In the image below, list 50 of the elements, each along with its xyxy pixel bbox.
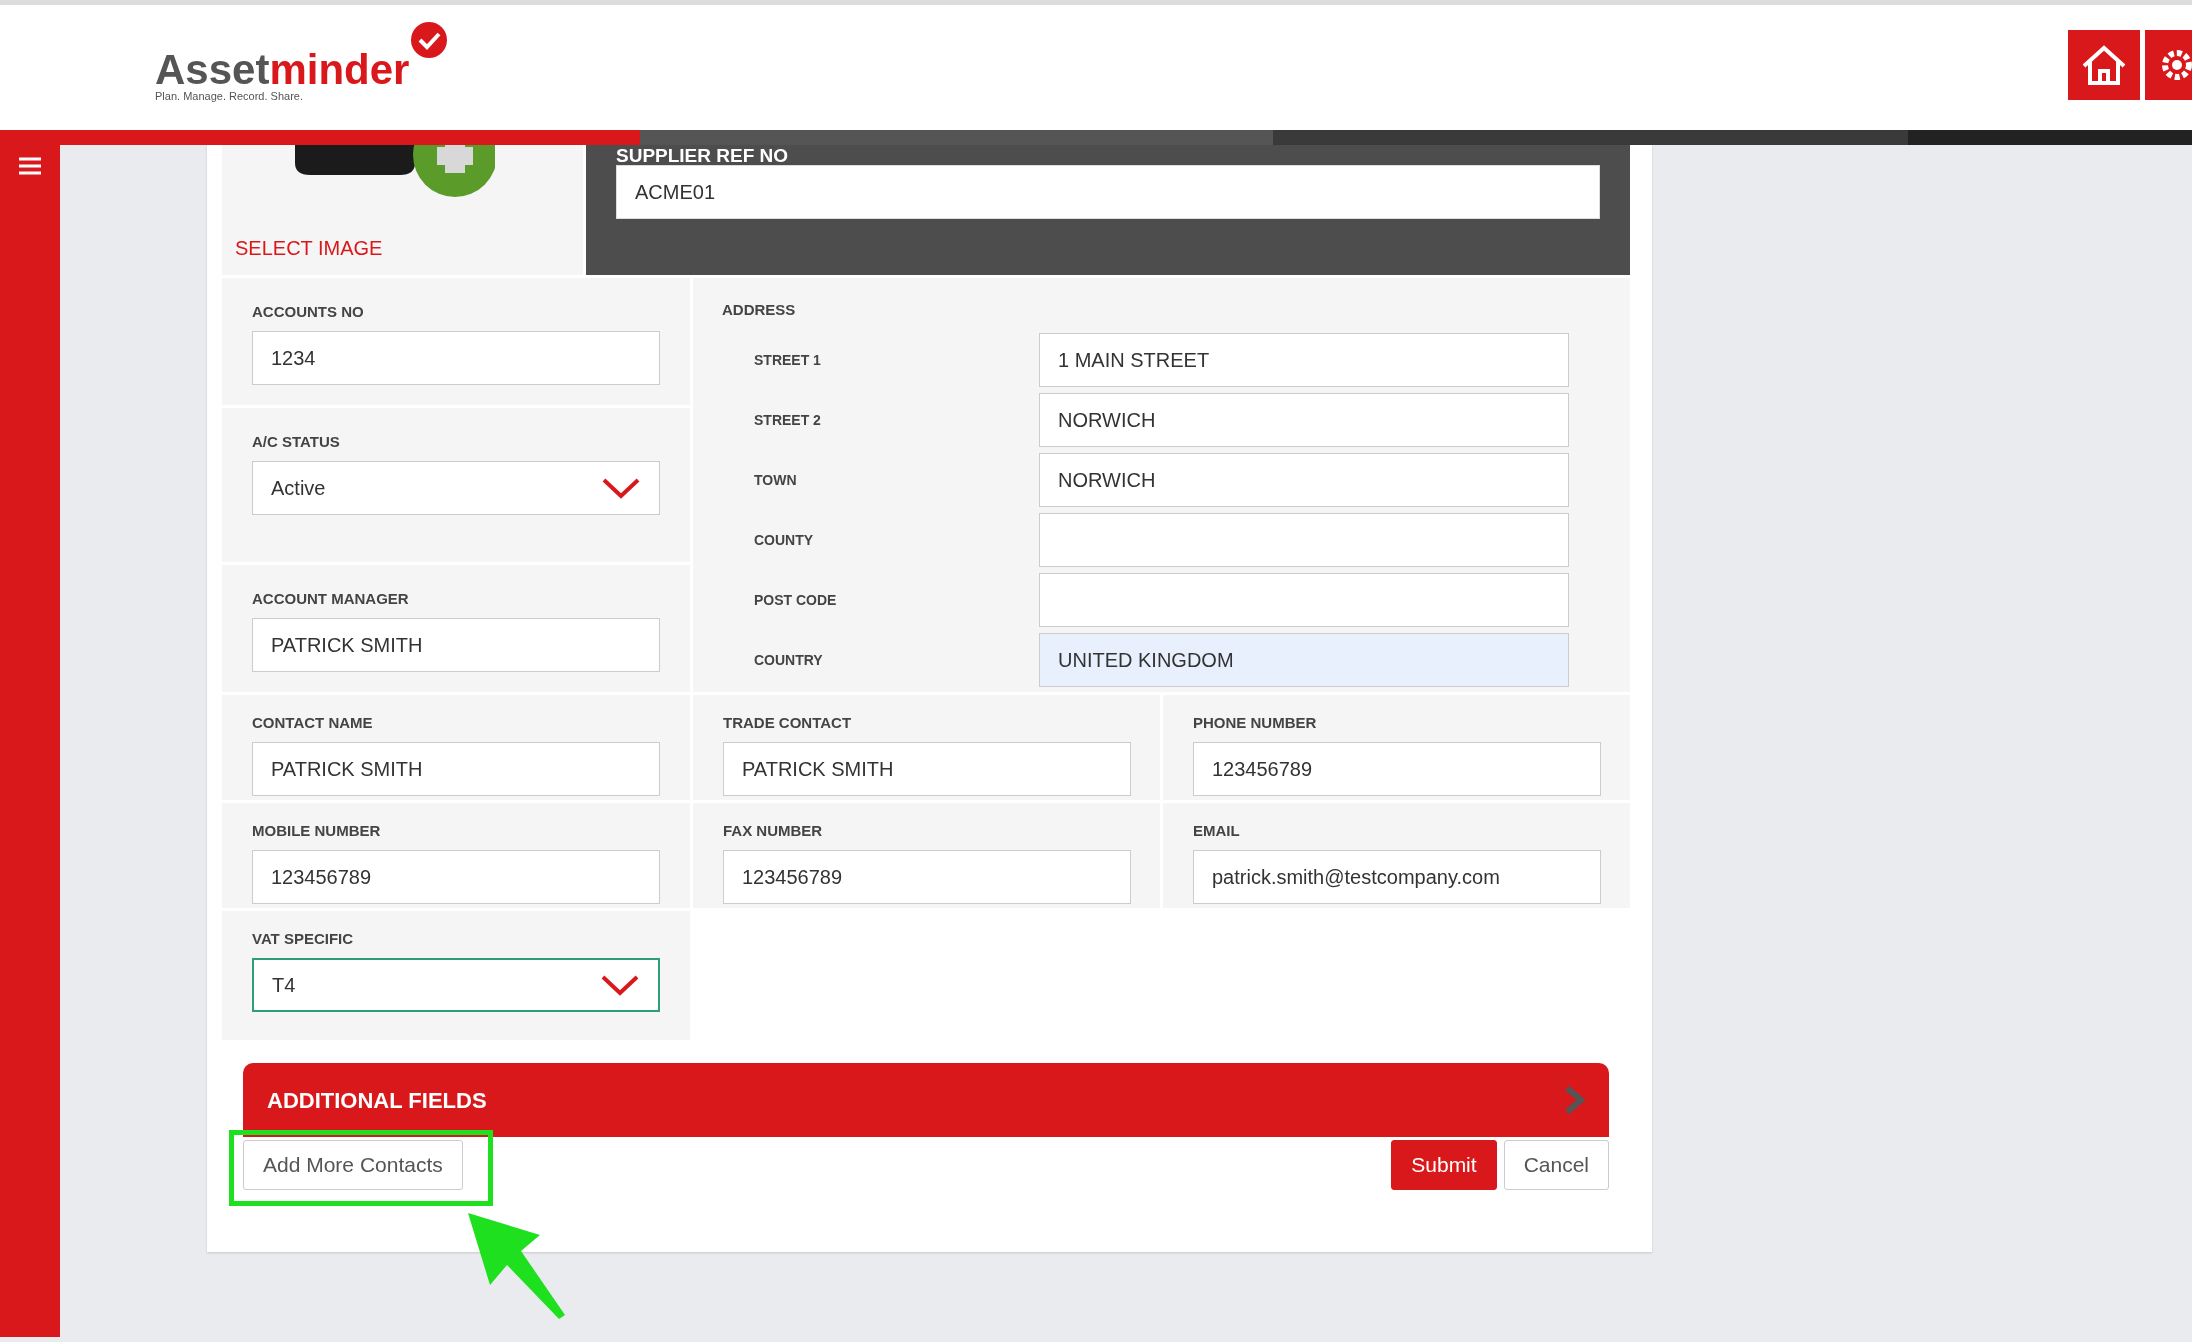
- field-label: COUNTY: [753, 530, 815, 550]
- input-field[interactable]: ACME01: [616, 165, 1600, 219]
- field-label: TRADE CONTACT: [723, 715, 853, 730]
- field-label: SUPPLIER REF NO: [616, 145, 790, 165]
- select-dropdown[interactable]: Active: [252, 461, 660, 515]
- brand-logo: Assetminder: [155, 49, 410, 91]
- field-label: CONTACT NAME: [252, 715, 374, 730]
- settings-button[interactable]: [2145, 30, 2192, 100]
- field-label: EMAIL: [1193, 823, 1241, 838]
- additional-fields-bar[interactable]: ADDITIONAL FIELDS: [243, 1063, 1609, 1137]
- field-label: FAX NUMBER: [723, 823, 824, 838]
- field-label: POST CODE: [753, 590, 838, 610]
- logo-tagline: Plan. Manage. Record. Share.: [155, 91, 304, 102]
- input-field[interactable]: PATRICK SMITH: [252, 742, 660, 796]
- field-label: STREET 2: [753, 410, 822, 430]
- field-label: ACCOUNTS NO: [252, 304, 365, 319]
- input-field[interactable]: UNITED KINGDOM: [1039, 633, 1569, 687]
- input-field[interactable]: 123456789: [723, 850, 1131, 904]
- field-label: ADDRESS: [722, 302, 796, 317]
- input-field[interactable]: PATRICK SMITH: [723, 742, 1131, 796]
- chevron-down-icon: [601, 477, 641, 499]
- input-field[interactable]: 123456789: [252, 850, 660, 904]
- select-dropdown[interactable]: T4: [252, 958, 660, 1012]
- field-label: PHONE NUMBER: [1193, 715, 1318, 730]
- input-field[interactable]: PATRICK SMITH: [252, 618, 660, 672]
- select-image-link[interactable]: SELECT IMAGE: [235, 233, 383, 263]
- add-contacts-button[interactable]: Add More Contacts: [243, 1140, 463, 1190]
- input-field[interactable]: 1 MAIN STREET: [1039, 333, 1569, 387]
- field-label: STREET 1: [753, 350, 822, 370]
- input-field[interactable]: patrick.smith@testcompany.com: [1193, 850, 1601, 904]
- home-icon: [2080, 44, 2128, 86]
- field-label: MOBILE NUMBER: [252, 823, 382, 838]
- field-label: COUNTRY: [753, 650, 824, 670]
- input-field[interactable]: [1039, 513, 1569, 567]
- section-title: ADDITIONAL FIELDS: [267, 1086, 487, 1115]
- input-field[interactable]: NORWICH: [1039, 393, 1569, 447]
- input-field[interactable]: [1039, 573, 1569, 627]
- field-label: A/C STATUS: [252, 434, 341, 449]
- cancel-button[interactable]: Cancel: [1503, 1140, 1609, 1190]
- input-field[interactable]: NORWICH: [1039, 453, 1569, 507]
- field-label: ACCOUNT MANAGER: [252, 591, 410, 606]
- field-label: VAT SPECIFIC: [252, 931, 355, 946]
- home-button[interactable]: [2068, 30, 2140, 100]
- menu-icon[interactable]: [19, 157, 41, 175]
- input-field[interactable]: 1234: [252, 331, 660, 385]
- check-icon: [410, 21, 449, 59]
- submit-button[interactable]: Submit: [1391, 1140, 1497, 1190]
- input-field[interactable]: 123456789: [1193, 742, 1601, 796]
- chevron-down-icon: [600, 974, 640, 996]
- field-label: TOWN: [753, 470, 798, 490]
